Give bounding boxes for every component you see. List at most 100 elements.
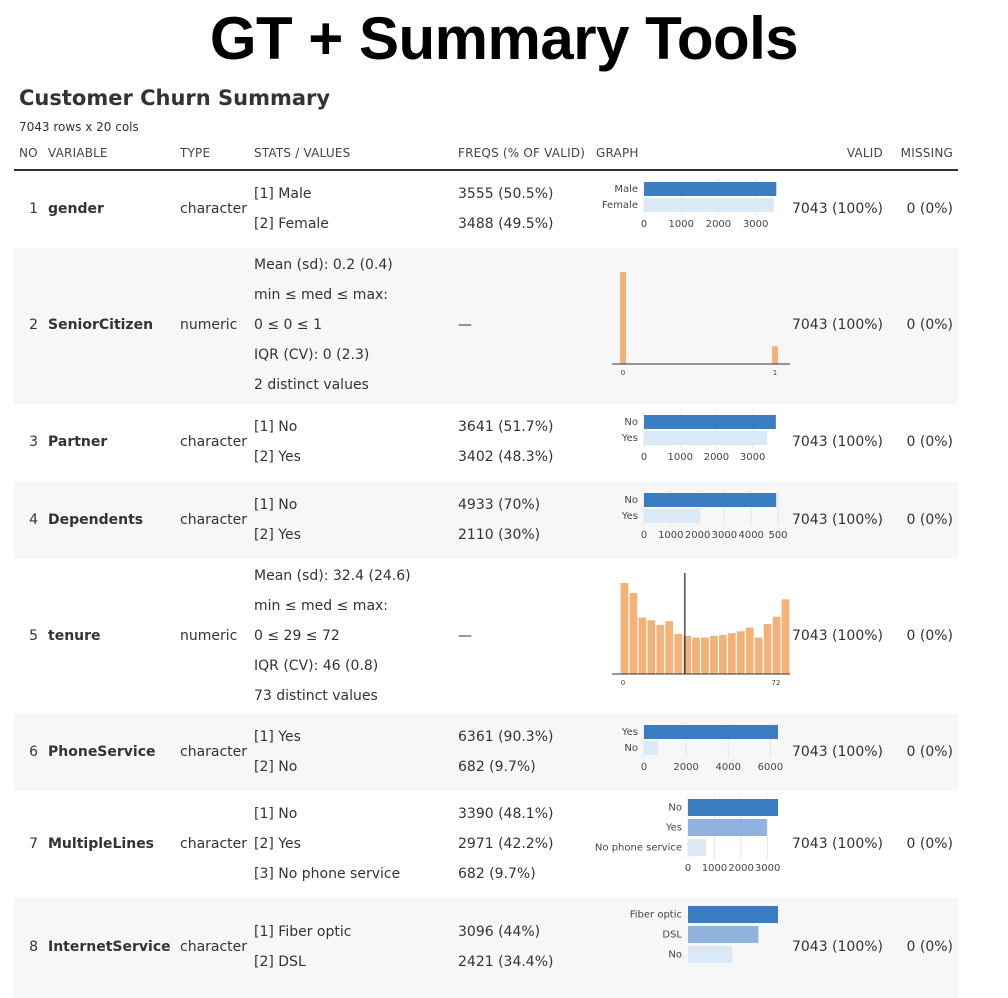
bar (644, 493, 777, 507)
bar-category-label: No (624, 495, 638, 506)
valid-count: 7043 (100%) (791, 511, 883, 528)
tick-label: 2000 (706, 219, 731, 230)
freq-line: 2421 (34.4%) (458, 954, 554, 970)
histogram-bar (656, 624, 665, 674)
bar (644, 741, 659, 755)
bar-category-label: No (624, 417, 638, 428)
bar (688, 819, 767, 836)
header-freqs: FREQS (% OF VALID) (458, 146, 586, 160)
freq-line: 6361 (90.3%) (458, 728, 554, 745)
missing-count: 0 (0%) (906, 743, 954, 760)
histogram-bar (736, 631, 745, 674)
table-row: 7 MultipleLines character 7043 (100%) 0 (0%)… (14, 791, 958, 898)
variable-type: character (180, 511, 248, 528)
freq-line: 682 (9.7%) (458, 865, 536, 882)
stats-line: 0 ≤ 0 ≤ 1 (254, 317, 322, 333)
histogram-bar (727, 633, 736, 674)
freq-line: 682 (9.7%) (458, 758, 536, 775)
table-subtitle: 7043 rows x 20 cols (19, 120, 139, 134)
row-number: 2 (29, 317, 38, 333)
tick-label: 0 (641, 452, 647, 463)
graph-chart: No Yes0 1000 2000 3000 (621, 412, 776, 463)
stats-line: IQR (CV): 0 (2.3) (254, 347, 370, 363)
variable-type: character (180, 434, 248, 450)
tick-label: 2000 (728, 863, 753, 874)
bar-category-label: Fiber optic (630, 910, 682, 921)
valid-count: 7043 (100%) (791, 939, 883, 955)
graph-chart: Fiber optic DSL No (630, 906, 778, 963)
bar (644, 509, 701, 523)
row-number: 5 (29, 627, 38, 644)
row-number: 4 (29, 511, 38, 528)
graph-chart: Yes No0 2000 4000 6000 (621, 722, 783, 773)
bar-category-label: Yes (621, 511, 638, 522)
bar-category-label: Yes (621, 433, 638, 444)
missing-count: 0 (0%) (906, 317, 954, 333)
freq-line: 3402 (48.3%) (458, 449, 554, 465)
histogram-bar (710, 635, 718, 674)
stats-line: min ≤ med ≤ max: (254, 287, 389, 303)
tick-label: 4000 (716, 762, 741, 773)
bar-category-label: DSL (662, 930, 682, 941)
histogram-bar (620, 272, 626, 364)
histogram-bar (620, 583, 629, 674)
stats-line: 2 distinct values (254, 377, 369, 393)
header-no: NO (19, 146, 38, 160)
missing-count: 0 (0%) (906, 434, 954, 450)
histogram-bar (665, 621, 674, 674)
bar (644, 182, 777, 196)
freq-line: 3390 (48.1%) (458, 805, 554, 822)
table-row: 2 SeniorCitizen numeric 7043 (100%) 0 (0%) Me… (14, 248, 958, 404)
tick-label: 6000 (758, 762, 783, 773)
stats-line: [1] Male (254, 185, 312, 202)
histogram-bar (781, 599, 790, 674)
header-valid: VALID (846, 146, 883, 160)
tick-label: 500 (768, 530, 787, 541)
tick-label: 0 (685, 863, 691, 874)
variable-name: Partner (48, 434, 108, 450)
bar (644, 431, 768, 445)
bar (688, 946, 733, 963)
stats-line: [2] Female (254, 215, 329, 232)
tick-label: 72 (772, 679, 781, 687)
stats-line: 0 ≤ 29 ≤ 72 (254, 627, 340, 644)
valid-count: 7043 (100%) (791, 317, 883, 333)
freq-line: 3555 (50.5%) (458, 185, 554, 202)
freq-line: 2971 (42.2%) (458, 835, 554, 852)
variable-name: tenure (48, 627, 101, 644)
variable-name: SeniorCitizen (48, 317, 154, 333)
tick-label: 2000 (685, 530, 710, 541)
histogram-bar (701, 637, 709, 674)
table-row: 8 InternetService character 7043 (100%) 0 (0… (14, 898, 958, 998)
tick-label: 3000 (712, 530, 737, 541)
histogram-bar (629, 593, 638, 674)
header-type: TYPE (180, 146, 211, 160)
bar-category-label: No (624, 743, 638, 754)
bar-category-label: Yes (621, 727, 638, 738)
tick-label: 1000 (668, 219, 693, 230)
header-stats: STATS / VALUES (254, 146, 351, 160)
variable-type: character (180, 939, 248, 955)
stats-line: [2] Yes (254, 449, 301, 465)
table-title: Customer Churn Summary (19, 86, 331, 110)
bar (644, 415, 776, 429)
bar-category-label: Yes (665, 823, 682, 834)
tick-label: 1000 (667, 452, 692, 463)
stats-line: [1] Yes (254, 728, 301, 745)
freq-line: 3096 (44%) (458, 924, 541, 940)
stats-line: [1] No (254, 419, 298, 435)
variable-type: numeric (180, 317, 238, 333)
histogram-bar (754, 637, 763, 674)
variable-type: character (180, 200, 248, 217)
stats-line: [1] No (254, 496, 298, 513)
variable-name: PhoneService (48, 743, 156, 760)
stats-line: IQR (CV): 46 (0.8) (254, 657, 379, 674)
histogram-bar (763, 623, 772, 674)
stats-line: [2] No (254, 758, 298, 775)
missing-count: 0 (0%) (906, 835, 954, 852)
tick-label: 2000 (673, 762, 698, 773)
variable-type: character (180, 743, 248, 760)
stats-line: Mean (sd): 32.4 (24.6) (254, 567, 411, 584)
tick-label: 1000 (658, 530, 683, 541)
histogram-bar (745, 627, 754, 674)
